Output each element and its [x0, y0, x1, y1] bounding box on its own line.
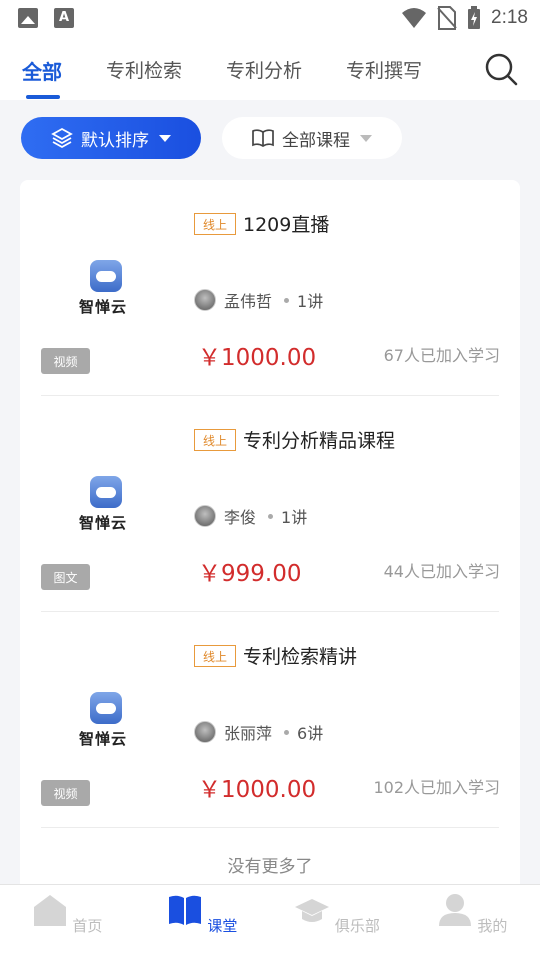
- user-icon: [438, 894, 471, 926]
- logo-text: 智惮云: [79, 298, 128, 316]
- font-notification-icon: A: [54, 8, 74, 28]
- course-thumbnail: 智惮云: [41, 460, 171, 556]
- enrolled-count: 44人已加入学习: [383, 562, 500, 581]
- separator-dot: [284, 729, 290, 735]
- image-notification-icon: [18, 8, 38, 28]
- separator-dot: [268, 513, 274, 519]
- category-tabs: 全部 专利检索 专利分析 专利撰写: [0, 36, 540, 100]
- course-price: ￥999.00: [198, 561, 302, 587]
- teacher-info: 张丽萍 6讲: [194, 720, 323, 744]
- nav-club-label: 俱乐部: [334, 917, 380, 935]
- teacher-avatar: [194, 289, 216, 311]
- open-book-icon: [252, 129, 274, 147]
- course-thumbnail: 智惮云: [41, 244, 171, 340]
- cloud-logo-icon: [90, 260, 122, 292]
- wifi-icon: [402, 8, 427, 28]
- cloud-logo-icon: [90, 476, 122, 508]
- teacher-name: 孟伟哲: [224, 292, 273, 311]
- teacher-name: 李俊: [224, 508, 257, 527]
- enrolled-count: 67人已加入学习: [383, 346, 500, 365]
- course-item[interactable]: 智惮云 视频 线上 1209直播 孟伟哲 1讲 ￥1000.00 67人已加入学…: [20, 180, 520, 396]
- tab-patent-search[interactable]: 专利检索: [106, 56, 182, 83]
- separator-dot: [284, 297, 290, 303]
- tab-patent-analysis[interactable]: 专利分析: [226, 56, 302, 83]
- tab-all[interactable]: 全部: [22, 56, 62, 85]
- teacher-info: 李俊 1讲: [194, 504, 307, 528]
- course-item[interactable]: 智惮云 图文 线上 专利分析精品课程 李俊 1讲 ￥999.00 44人已加入学…: [20, 396, 520, 612]
- nav-classroom-label: 课堂: [207, 917, 238, 935]
- battery-charging-icon: [468, 6, 481, 29]
- online-tag: 线上: [194, 429, 236, 451]
- sort-filter-button[interactable]: 默认排序: [21, 117, 201, 159]
- course-price: ￥1000.00: [198, 777, 317, 803]
- category-filter-button[interactable]: 全部课程: [222, 117, 402, 159]
- teacher-avatar: [194, 505, 216, 527]
- nav-home-label: 首页: [72, 917, 103, 935]
- graduation-cap-icon: [295, 899, 330, 922]
- lesson-count: 1讲: [281, 508, 308, 527]
- end-of-list-note: 没有更多了: [227, 857, 313, 877]
- category-filter-label: 全部课程: [282, 130, 350, 151]
- logo-text: 智惮云: [79, 514, 128, 532]
- course-item[interactable]: 智惮云 视频 线上 专利检索精讲 张丽萍 6讲 ￥1000.00 102人已加入…: [20, 612, 520, 828]
- tab-patent-writing[interactable]: 专利撰写: [346, 56, 422, 83]
- course-title: 1209直播: [243, 214, 330, 236]
- nav-profile-label: 我的: [477, 917, 508, 935]
- content-type-badge: 图文: [41, 564, 90, 590]
- sort-filter-label: 默认排序: [81, 130, 149, 151]
- teacher-avatar: [194, 721, 216, 743]
- teacher-name: 张丽萍: [224, 724, 273, 743]
- no-sim-icon: [437, 6, 457, 30]
- active-tab-indicator: [26, 95, 60, 99]
- nav-club[interactable]: 俱乐部: [292, 893, 382, 936]
- online-tag: 线上: [194, 213, 236, 235]
- search-icon[interactable]: [484, 52, 518, 86]
- caret-down-icon: [159, 134, 171, 142]
- course-title: 专利检索精讲: [243, 646, 358, 668]
- clock: 2:18: [491, 7, 528, 28]
- teacher-info: 孟伟哲 1讲: [194, 288, 323, 312]
- home-icon: [33, 895, 66, 926]
- course-price: ￥1000.00: [198, 345, 317, 371]
- course-title: 专利分析精品课程: [243, 430, 396, 452]
- bottom-navigation: 首页 课堂 俱乐部 我的: [0, 884, 540, 960]
- status-bar: A 2:18: [0, 0, 540, 36]
- lesson-count: 1讲: [297, 292, 324, 311]
- cloud-logo-icon: [90, 692, 122, 724]
- divider: [41, 827, 499, 828]
- course-thumbnail: 智惮云: [41, 676, 171, 772]
- caret-down-icon: [360, 134, 372, 142]
- nav-profile[interactable]: 我的: [427, 893, 517, 936]
- nav-home[interactable]: 首页: [22, 893, 112, 936]
- content-type-badge: 视频: [41, 348, 90, 374]
- nav-classroom[interactable]: 课堂: [157, 893, 247, 936]
- course-list: 智惮云 视频 线上 1209直播 孟伟哲 1讲 ￥1000.00 67人已加入学…: [20, 180, 520, 900]
- online-tag: 线上: [194, 645, 236, 667]
- content-type-badge: 视频: [41, 780, 90, 806]
- lesson-count: 6讲: [297, 724, 324, 743]
- layers-icon: [51, 127, 73, 149]
- enrolled-count: 102人已加入学习: [373, 778, 500, 797]
- book-icon: [168, 895, 201, 925]
- logo-text: 智惮云: [79, 730, 128, 748]
